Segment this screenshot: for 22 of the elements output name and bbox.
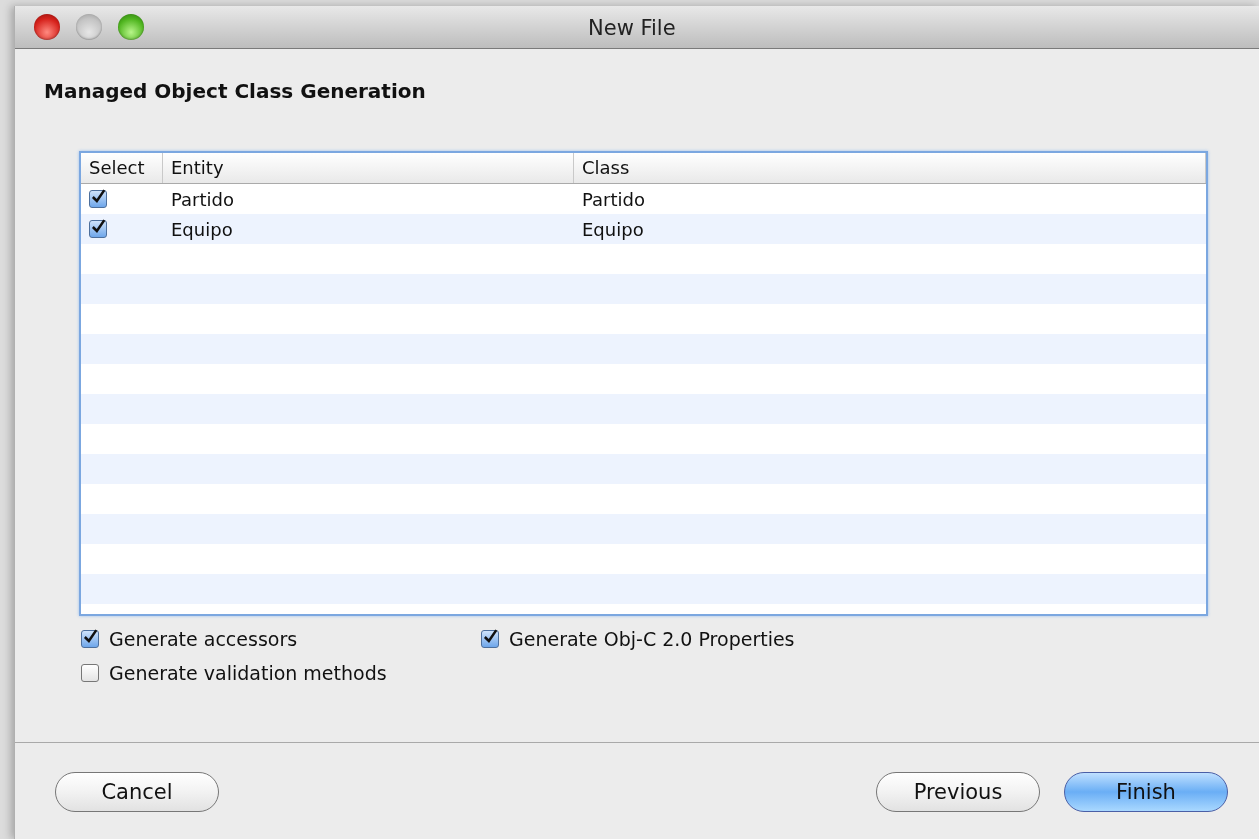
table-cell-text: Partido xyxy=(170,188,235,210)
close-button[interactable] xyxy=(34,14,60,40)
table-cell-text: Equipo xyxy=(170,218,234,240)
dialog-button[interactable]: Cancel xyxy=(55,772,219,812)
table-cell-text: Equipo xyxy=(581,218,645,240)
column-header[interactable]: Select xyxy=(81,153,163,183)
checkbox-option[interactable]: Generate Obj-C 2.0 Properties xyxy=(481,628,981,650)
checkbox[interactable] xyxy=(89,220,107,238)
checkbox-option[interactable]: Generate accessors xyxy=(81,628,481,650)
zoom-button[interactable] xyxy=(118,14,144,40)
checkbox[interactable] xyxy=(81,664,99,682)
column-header[interactable]: Entity xyxy=(163,153,574,183)
dialog-button[interactable]: Previous xyxy=(876,772,1040,812)
checkbox[interactable] xyxy=(481,630,499,648)
table-cell-text: Partido xyxy=(581,188,646,210)
dialog-button[interactable]: Finish xyxy=(1064,772,1228,812)
checkbox[interactable] xyxy=(89,190,107,208)
checkbox[interactable] xyxy=(81,630,99,648)
column-header[interactable]: Class xyxy=(574,153,1206,183)
section-heading: Managed Object Class Generation xyxy=(44,79,427,103)
window-title: New File xyxy=(588,16,676,40)
checkbox-option[interactable]: Generate validation methods xyxy=(81,662,481,684)
